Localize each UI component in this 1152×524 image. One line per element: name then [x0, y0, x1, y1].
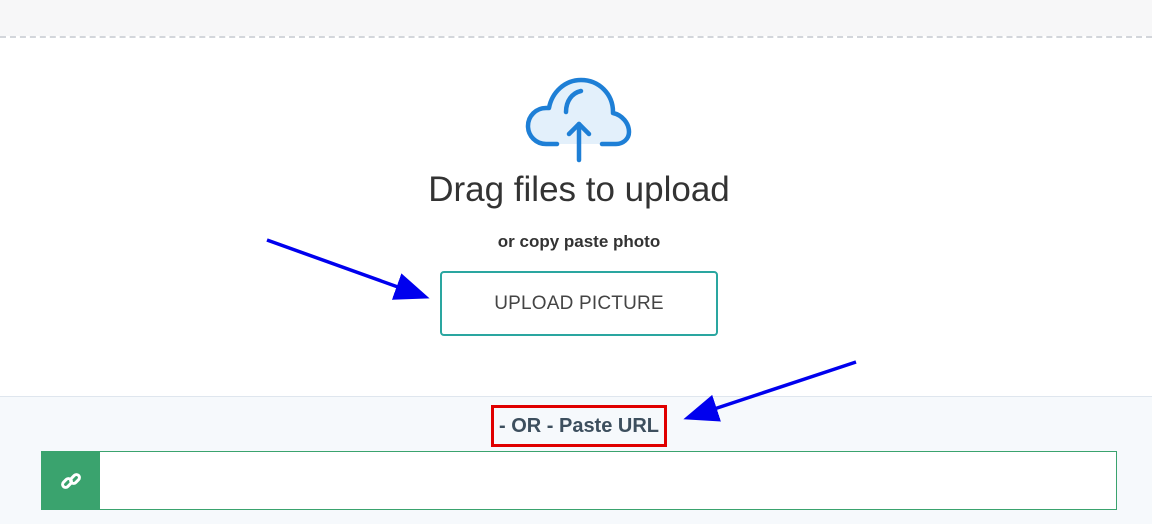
- or-paste-url-label: - OR - Paste URL: [498, 414, 660, 437]
- drag-files-title: Drag files to upload: [428, 170, 730, 209]
- upload-picture-button[interactable]: UPLOAD PICTURE: [440, 271, 718, 336]
- copy-paste-subtitle: or copy paste photo: [497, 232, 661, 251]
- top-strip: [0, 0, 1152, 36]
- url-input-group: [41, 451, 1117, 510]
- url-input[interactable]: [100, 452, 1116, 509]
- or-paste-url-highlight: - OR - Paste URL: [491, 405, 667, 447]
- upload-page: Drag files to upload or copy paste photo…: [0, 0, 1152, 524]
- link-addon: [42, 452, 100, 509]
- link-icon: [61, 472, 81, 489]
- cloud-upload-icon: [525, 77, 632, 163]
